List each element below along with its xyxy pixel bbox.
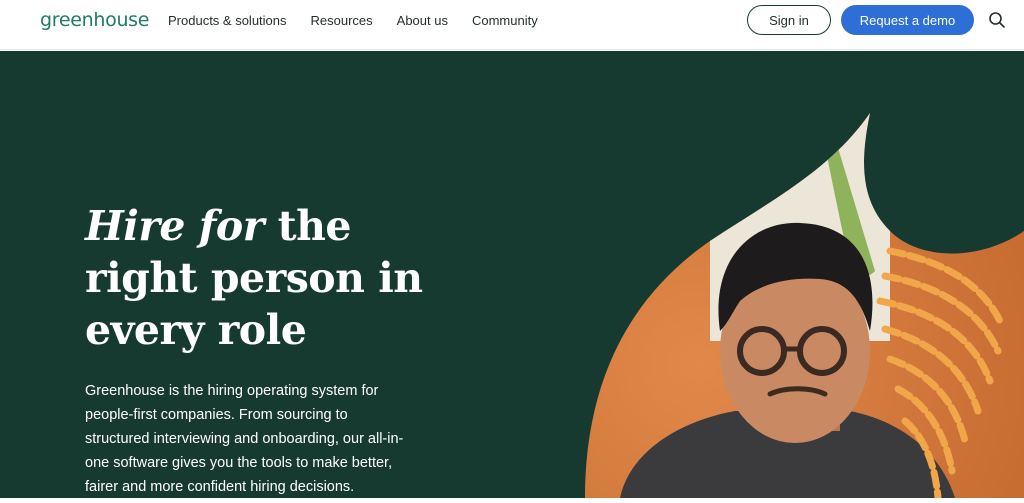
nav-resources[interactable]: Resources xyxy=(311,13,373,28)
hero-portrait-illustration xyxy=(560,51,1024,498)
headline-italic-text: Hire for xyxy=(85,202,264,250)
greenhouse-logo[interactable]: greenhouse xyxy=(40,9,149,31)
request-demo-button[interactable]: Request a demo xyxy=(841,5,974,35)
nav-about-us[interactable]: About us xyxy=(397,13,448,28)
nav-products-solutions[interactable]: Products & solutions xyxy=(168,13,287,28)
sign-in-button[interactable]: Sign in xyxy=(747,5,831,35)
portrait-photo xyxy=(585,113,1024,498)
search-icon[interactable] xyxy=(988,11,1006,29)
main-nav: Products & solutions Resources About us … xyxy=(168,0,562,40)
hero-description: Greenhouse is the hiring operating syste… xyxy=(85,383,404,495)
hero-headline: Hire for the right person in every role xyxy=(85,200,445,356)
nav-community[interactable]: Community xyxy=(472,13,538,28)
top-navigation-bar: greenhouse Products & solutions Resource… xyxy=(0,0,1024,50)
